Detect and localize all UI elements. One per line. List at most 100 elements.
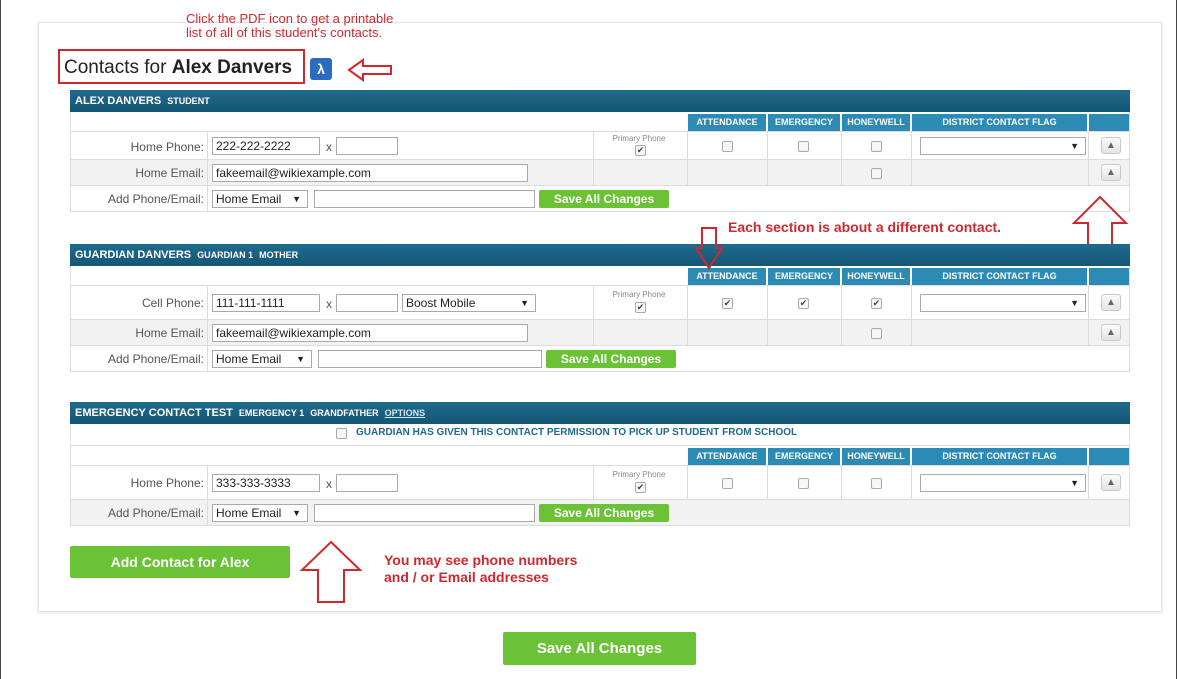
email-label: Home Email: bbox=[135, 166, 204, 180]
down-arrow-annotation-icon bbox=[694, 227, 724, 270]
delete-phone-icon[interactable]: ▲ bbox=[1101, 474, 1121, 491]
delete-phone-icon[interactable]: ▲ bbox=[1101, 294, 1121, 311]
add-row: Add Phone/Email: Home Email ▼ Save All Ch… bbox=[70, 186, 1130, 212]
contact-relation: MOTHER bbox=[259, 250, 299, 260]
primary-phone-label: Primary Phone bbox=[612, 134, 666, 143]
add-label: Add Phone/Email: bbox=[107, 192, 204, 206]
permission-row: GUARDIAN HAS GIVEN THIS CONTACT PERMISSI… bbox=[70, 424, 1130, 446]
add-label: Add Phone/Email: bbox=[107, 352, 204, 366]
emergency-checkbox[interactable] bbox=[798, 141, 809, 152]
pdf-hint-line2: list of all of this student's contacts. bbox=[186, 25, 383, 40]
col-attendance: ATTENDANCE bbox=[688, 114, 766, 131]
col-attendance: ATTENDANCE bbox=[688, 268, 766, 285]
delete-email-icon[interactable]: ▲ bbox=[1101, 324, 1121, 341]
email-row: Home Email: fakeemail@wikiexample.com ▲ bbox=[70, 320, 1130, 346]
extension-input[interactable] bbox=[336, 137, 398, 155]
save-changes-button[interactable]: Save All Changes bbox=[539, 190, 669, 208]
primary-phone-label: Primary Phone bbox=[612, 290, 666, 299]
honeywell-checkbox[interactable] bbox=[871, 141, 882, 152]
phone-input[interactable]: 111-111-1111 bbox=[212, 294, 320, 312]
add-type-select[interactable]: Home Email ▼ bbox=[212, 190, 308, 208]
extension-input[interactable] bbox=[336, 294, 398, 312]
permission-checkbox[interactable] bbox=[336, 428, 347, 439]
options-link[interactable]: OPTIONS bbox=[385, 408, 426, 418]
pdf-icon[interactable]: λ bbox=[310, 58, 332, 80]
save-changes-button[interactable]: Save All Changes bbox=[546, 350, 676, 368]
column-header-row: ATTENDANCE EMERGENCY HONEYWELL DISTRICT … bbox=[70, 112, 1130, 132]
save-all-changes-button[interactable]: Save All Changes bbox=[503, 632, 696, 665]
pdf-hint-annotation: Click the PDF icon to get a printable li… bbox=[186, 12, 393, 40]
delete-email-icon[interactable]: ▲ bbox=[1101, 164, 1121, 181]
col-emergency: EMERGENCY bbox=[768, 268, 840, 285]
district-flag-select[interactable]: ▼ bbox=[920, 294, 1086, 312]
primary-phone-label: Primary Phone bbox=[612, 470, 666, 479]
phone-row: Cell Phone: 111-111-1111 x Boost Mobile ▼… bbox=[70, 286, 1130, 320]
col-attendance: ATTENDANCE bbox=[688, 448, 766, 465]
title-prefix: Contacts for bbox=[64, 57, 167, 78]
attendance-checkbox[interactable] bbox=[722, 478, 733, 489]
add-label: Add Phone/Email: bbox=[107, 506, 204, 520]
ext-x: x bbox=[326, 140, 332, 154]
left-arrow-annotation-icon bbox=[347, 58, 392, 82]
up-arrow-annotation-icon bbox=[299, 540, 363, 603]
phone-row: Home Phone: 333-333-3333 x Primary Phone… bbox=[70, 466, 1130, 500]
phone-input[interactable]: 333-333-3333 bbox=[212, 474, 320, 492]
attendance-checkbox[interactable]: ✔ bbox=[722, 298, 733, 309]
contact-role: EMERGENCY 1 bbox=[238, 408, 305, 418]
col-honeywell: HONEYWELL bbox=[842, 268, 910, 285]
honeywell-email-checkbox[interactable] bbox=[871, 328, 882, 339]
contact-name: ALEX DANVERS bbox=[75, 95, 162, 107]
col-district-flag: DISTRICT CONTACT FLAG bbox=[912, 448, 1087, 465]
primary-phone-checkbox[interactable]: ✔ bbox=[635, 145, 646, 156]
col-district-flag: DISTRICT CONTACT FLAG bbox=[912, 268, 1087, 285]
email-input[interactable]: fakeemail@wikiexample.com bbox=[212, 164, 528, 182]
col-honeywell: HONEYWELL bbox=[842, 114, 910, 131]
email-label: Home Email: bbox=[135, 326, 204, 340]
pdf-hint-line1: Click the PDF icon to get a printable bbox=[186, 11, 394, 26]
col-actions bbox=[1089, 448, 1129, 465]
column-header-row: ATTENDANCE EMERGENCY HONEYWELL DISTRICT … bbox=[70, 446, 1130, 466]
carrier-select[interactable]: Boost Mobile ▼ bbox=[402, 294, 536, 312]
district-flag-select[interactable]: ▼ bbox=[920, 474, 1086, 492]
primary-phone-checkbox[interactable]: ✔ bbox=[635, 482, 646, 493]
section-header: EMERGENCY CONTACT TEST EMERGENCY 1 GRANDFA… bbox=[70, 402, 1130, 424]
contact-section-student: ALEX DANVERS STUDENT ATTENDANCE EMERGENCY… bbox=[70, 90, 1130, 212]
attendance-checkbox[interactable] bbox=[722, 141, 733, 152]
phone-label: Home Phone: bbox=[130, 140, 204, 154]
col-actions bbox=[1089, 114, 1129, 131]
col-district-flag: DISTRICT CONTACT FLAG bbox=[912, 114, 1087, 131]
emergency-checkbox[interactable] bbox=[798, 478, 809, 489]
extension-input[interactable] bbox=[336, 474, 398, 492]
email-input[interactable]: fakeemail@wikiexample.com bbox=[212, 324, 528, 342]
ext-x: x bbox=[326, 297, 332, 311]
add-value-input[interactable] bbox=[314, 504, 535, 522]
add-row: Add Phone/Email: Home Email ▼ Save All Ch… bbox=[70, 346, 1130, 372]
phone-hint-line1: You may see phone numbers bbox=[384, 552, 578, 568]
add-value-input[interactable] bbox=[314, 190, 535, 208]
email-row: Home Email: fakeemail@wikiexample.com ▲ bbox=[70, 160, 1130, 186]
add-row: Add Phone/Email: Home Email ▼ Save All Ch… bbox=[70, 500, 1130, 526]
district-flag-select[interactable]: ▼ bbox=[920, 137, 1086, 155]
add-value-input[interactable] bbox=[318, 350, 542, 368]
contact-name: EMERGENCY CONTACT TEST bbox=[75, 407, 233, 419]
add-type-select[interactable]: Home Email ▼ bbox=[212, 504, 308, 522]
section-header: ALEX DANVERS STUDENT bbox=[70, 90, 1130, 112]
contact-section-guardian: GUARDIAN DANVERS GUARDIAN 1 MOTHER ATTENDA… bbox=[70, 244, 1130, 372]
contact-role: GUARDIAN 1 bbox=[197, 250, 254, 260]
save-changes-button[interactable]: Save All Changes bbox=[539, 504, 669, 522]
add-contact-button[interactable]: Add Contact for Alex bbox=[70, 546, 290, 578]
contact-role: STUDENT bbox=[167, 96, 210, 106]
honeywell-email-checkbox[interactable] bbox=[871, 168, 882, 179]
primary-phone-checkbox[interactable]: ✔ bbox=[635, 302, 646, 313]
delete-phone-icon[interactable]: ▲ bbox=[1101, 137, 1121, 154]
honeywell-checkbox[interactable] bbox=[871, 478, 882, 489]
contact-name: GUARDIAN DANVERS bbox=[75, 249, 192, 261]
contact-section-emergency: EMERGENCY CONTACT TEST EMERGENCY 1 GRANDFA… bbox=[70, 402, 1130, 526]
phone-label: Home Phone: bbox=[130, 476, 204, 490]
honeywell-checkbox[interactable]: ✔ bbox=[871, 298, 882, 309]
phone-hint-line2: and / or Email addresses bbox=[384, 569, 549, 585]
add-type-select[interactable]: Home Email ▼ bbox=[212, 350, 312, 368]
ext-x: x bbox=[326, 477, 332, 491]
phone-input[interactable]: 222-222-2222 bbox=[212, 137, 320, 155]
emergency-checkbox[interactable]: ✔ bbox=[798, 298, 809, 309]
